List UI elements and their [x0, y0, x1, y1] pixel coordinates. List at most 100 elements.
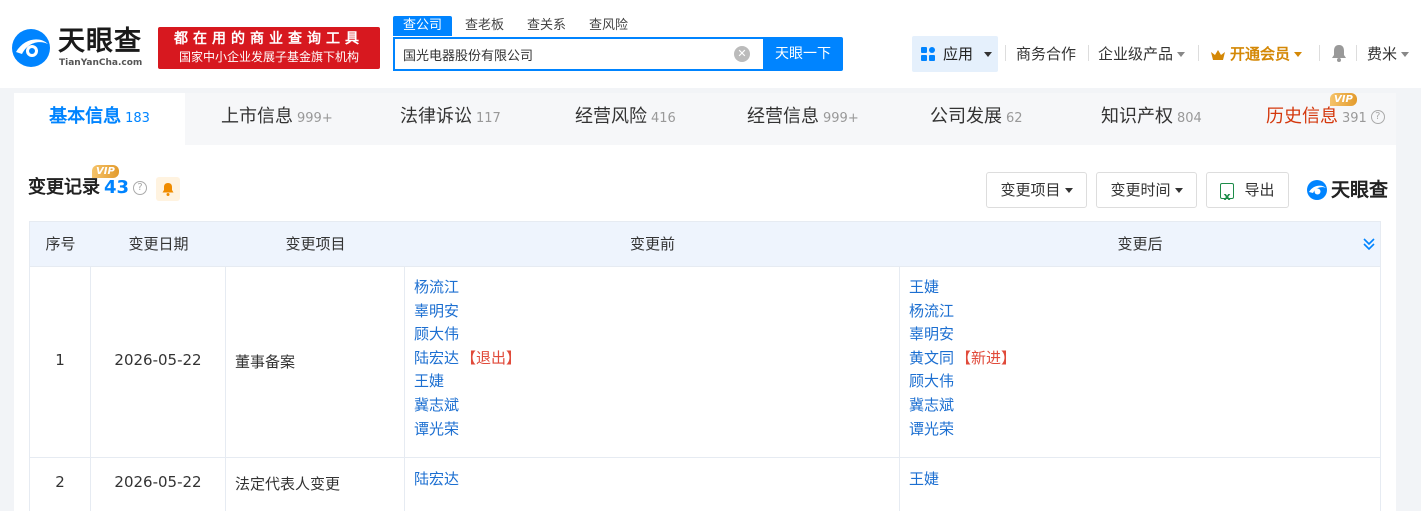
search-tab-boss[interactable]: 查老板 [455, 16, 514, 36]
tab-label: 经营风险 [575, 106, 647, 127]
new-tag: 【新进】 [956, 348, 1017, 367]
nav-vip[interactable]: 开通会员 [1210, 36, 1303, 72]
person-link[interactable]: 冀志斌 [414, 394, 521, 418]
person-link[interactable]: 谭光荣 [909, 418, 1016, 442]
apps-label: 应用 [943, 45, 974, 63]
nav-enterprise-label: 企业级产品 [1098, 45, 1174, 63]
search-input[interactable] [403, 39, 723, 69]
nav-enterprise[interactable]: 企业级产品 [1098, 36, 1186, 72]
tab-label: 经营信息 [747, 106, 819, 127]
export-label: 导出 [1244, 181, 1275, 199]
slogan-line1: 都在用的商业查询工具 [174, 31, 364, 47]
search-tab-relation[interactable]: 查关系 [517, 16, 576, 36]
tab-basic-info[interactable]: 基本信息 183 [14, 93, 185, 145]
help-icon: ? [1370, 110, 1385, 124]
nav-divider [1005, 45, 1006, 61]
table-header: 序号 变更日期 变更项目 变更前 变更后 [30, 221, 1380, 267]
chevron-down-icon [1064, 188, 1073, 193]
nav-divider [1319, 45, 1320, 61]
subscribe-bell-button[interactable] [156, 177, 180, 201]
tab-count: 183 [125, 111, 150, 126]
person-link[interactable]: 王婕 [414, 370, 521, 394]
person-link[interactable]: 顾大伟 [414, 323, 521, 347]
logo-eye-icon [1307, 180, 1327, 200]
person-link[interactable]: 辜明安 [909, 323, 1016, 347]
person-link[interactable]: 陆宏达 【退出】 [414, 347, 521, 371]
tab-count: 999+ [297, 111, 333, 126]
tab-label: 历史信息 [1266, 106, 1338, 127]
tab-listing-info[interactable]: 上市信息 999+ [221, 93, 333, 145]
vip-badge: VIP [92, 165, 119, 178]
after-list: 王婕 杨流江 辜明安 黄文同 【新进】 顾大伟 冀志斌 谭光荣 [909, 276, 1016, 441]
info-tabs: 基本信息 183 上市信息 999+ 法律诉讼 117 经营风险 416 经营信息 999… [14, 93, 1396, 145]
filter-change-item-button[interactable]: 变更项目 [986, 172, 1087, 208]
site-logo[interactable]: 天眼查 TianYanCha.com [10, 26, 150, 70]
help-icon[interactable]: ? [133, 181, 148, 195]
apps-menu-button[interactable]: 应用 [912, 36, 998, 72]
chevron-down-icon [984, 52, 992, 57]
logo-domain: TianYanCha.com [59, 58, 143, 68]
nav-business[interactable]: 商务合作 [1016, 36, 1076, 72]
person-link[interactable]: 顾大伟 [909, 370, 1016, 394]
person-link[interactable]: 黄文同 【新进】 [909, 347, 1016, 371]
person-link[interactable]: 杨流江 [909, 300, 1016, 324]
chevron-down-icon [1177, 52, 1186, 57]
person-link[interactable]: 王婕 [909, 276, 1016, 300]
tab-count: 62 [1006, 111, 1023, 126]
export-button[interactable]: 导出 [1206, 172, 1289, 214]
tab-label: 公司发展 [930, 106, 1002, 127]
clear-icon[interactable]: ✕ [734, 46, 750, 62]
col-index: 序号 [45, 235, 76, 253]
table-row: 2 2026-05-22 法定代表人变更 陆宏达 王婕 [30, 458, 1380, 511]
person-link[interactable]: 冀志斌 [909, 394, 1016, 418]
nav-divider [1088, 45, 1089, 61]
user-name: 费米 [1367, 45, 1398, 63]
col-before: 变更前 [629, 235, 675, 253]
chevron-down-icon [1174, 188, 1183, 193]
person-link[interactable]: 陆宏达 [414, 468, 459, 492]
slogan-banner: 都在用的商业查询工具 国家中小企业发展子基金旗下机构 [158, 27, 380, 69]
slogan-line2: 国家中小企业发展子基金旗下机构 [178, 50, 359, 64]
search-button[interactable]: 天眼一下 [763, 37, 843, 71]
section-count: 43 [104, 177, 130, 198]
filter-item-label: 变更项目 [1000, 181, 1061, 199]
nav-divider [1356, 45, 1357, 61]
tab-business-risk[interactable]: 经营风险 416 [575, 93, 676, 145]
tab-history[interactable]: 历史信息 391? [1266, 93, 1385, 145]
tab-label: 知识产权 [1101, 106, 1173, 127]
logo-eye-icon [12, 29, 50, 67]
col-date: 变更日期 [128, 235, 189, 253]
before-list: 杨流江 辜明安 顾大伟 陆宏达 【退出】 王婕 冀志斌 谭光荣 [414, 276, 521, 441]
tab-development[interactable]: 公司发展 62 [930, 93, 1023, 145]
person-link[interactable]: 谭光荣 [414, 418, 521, 442]
bell-icon[interactable] [1331, 44, 1347, 62]
before-list: 陆宏达 [414, 468, 459, 492]
user-menu[interactable]: 费米 [1367, 36, 1410, 72]
table-row: 1 2026-05-22 董事备案 杨流江 辜明安 顾大伟 陆宏达 【退出】 王婕… [30, 267, 1380, 458]
tab-label: 上市信息 [221, 106, 293, 127]
chevron-down-icon [1294, 52, 1303, 57]
row-item: 董事备案 [235, 353, 296, 371]
nav-divider [1198, 45, 1199, 61]
top-header: 天眼查 TianYanCha.com 都在用的商业查询工具 国家中小企业发展子基… [0, 0, 1421, 88]
after-list: 王婕 [909, 468, 939, 492]
person-link[interactable]: 辜明安 [414, 300, 521, 324]
filter-change-time-button[interactable]: 变更时间 [1096, 172, 1197, 208]
person-link[interactable]: 杨流江 [414, 276, 521, 300]
section-title-text: 变更记录 [28, 177, 100, 198]
tab-business-info[interactable]: 经营信息 999+ [747, 93, 859, 145]
filter-time-label: 变更时间 [1110, 181, 1171, 199]
brand-text: 天眼查 [1331, 179, 1389, 201]
search-tab-company[interactable]: 查公司 [393, 16, 453, 36]
expand-all-icon[interactable] [1362, 236, 1376, 252]
person-link[interactable]: 王婕 [909, 468, 939, 492]
exit-tag: 【退出】 [461, 348, 522, 367]
tab-ip[interactable]: 知识产权 804 [1101, 93, 1202, 145]
row-index: 1 [55, 351, 65, 369]
tab-label: 基本信息 [49, 106, 122, 127]
row-date: 2026-05-22 [114, 351, 202, 369]
search-tab-risk[interactable]: 查风险 [579, 16, 638, 36]
tab-count: 391 [1342, 111, 1367, 126]
row-item: 法定代表人变更 [235, 475, 341, 493]
tab-litigation[interactable]: 法律诉讼 117 [400, 93, 501, 145]
